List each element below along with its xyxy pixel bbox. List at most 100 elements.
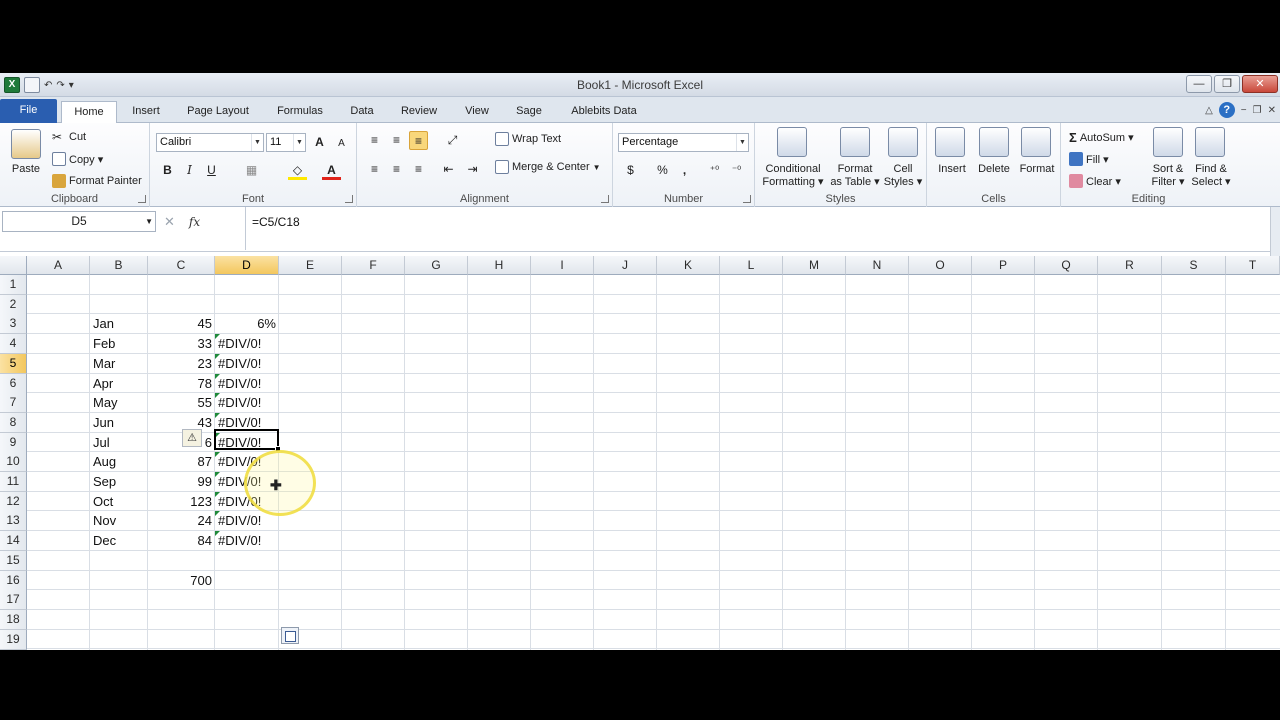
- cell-b4[interactable]: Feb: [90, 334, 148, 354]
- worksheet-grid[interactable]: A B C D E F G H I J K L M N O P Q R S T 1 2 3 4 5 6 7 8 9 10 11 12 13 14 1…: [0, 256, 1280, 650]
- column-header-b[interactable]: B: [90, 256, 148, 275]
- format-as-table-button[interactable]: Format as Table ▾: [827, 163, 883, 189]
- row-header-5[interactable]: 5: [0, 353, 27, 374]
- column-header-r[interactable]: R: [1098, 256, 1162, 275]
- cell-d3[interactable]: 6%: [215, 314, 279, 334]
- workbook-minimize-icon[interactable]: −: [1241, 105, 1247, 116]
- font-name-combo[interactable]: Calibri ▼: [156, 133, 264, 152]
- italic-button[interactable]: I: [180, 161, 199, 180]
- cell-c14[interactable]: 84: [148, 531, 215, 551]
- select-all-corner[interactable]: [0, 256, 27, 275]
- align-left-button[interactable]: ≡: [365, 160, 384, 179]
- tab-data[interactable]: Data: [342, 101, 382, 123]
- cell-d14[interactable]: #DIV/0!: [215, 531, 279, 551]
- cell-styles-button[interactable]: Cell Styles ▾: [881, 163, 925, 189]
- align-center-button[interactable]: ≡: [387, 160, 406, 179]
- cell-b12[interactable]: Oct: [90, 492, 148, 512]
- column-header-m[interactable]: M: [783, 256, 846, 275]
- cell-c12[interactable]: 123: [148, 492, 215, 512]
- column-header-c[interactable]: C: [148, 256, 215, 275]
- find-select-icon[interactable]: [1195, 127, 1225, 157]
- decrease-decimal-button[interactable]: ⁻⁰: [727, 161, 746, 180]
- tab-page-layout[interactable]: Page Layout: [180, 101, 256, 123]
- cell-c6[interactable]: 78: [148, 374, 215, 394]
- wrap-text-button[interactable]: Wrap Text: [495, 132, 561, 146]
- fill-color-button[interactable]: ◇: [288, 161, 307, 180]
- close-button[interactable]: ✕: [1242, 75, 1278, 93]
- delete-cells-icon[interactable]: [979, 127, 1009, 157]
- tab-review[interactable]: Review: [394, 101, 444, 123]
- row-header-7[interactable]: 7: [0, 393, 27, 414]
- minimize-button[interactable]: —: [1186, 75, 1212, 93]
- row-header-8[interactable]: 8: [0, 412, 27, 433]
- column-header-f[interactable]: F: [342, 256, 405, 275]
- column-header-a[interactable]: A: [27, 256, 90, 275]
- tab-formulas[interactable]: Formulas: [270, 101, 330, 123]
- ribbon-toggle-icon[interactable]: △: [1205, 105, 1213, 116]
- cell-c11[interactable]: 99: [148, 472, 215, 492]
- cell-d7[interactable]: #DIV/0!: [215, 393, 279, 413]
- cell-b11[interactable]: Sep: [90, 472, 148, 492]
- find-select-button[interactable]: Find & Select ▾: [1188, 163, 1234, 189]
- row-header-19[interactable]: 19: [0, 629, 27, 650]
- column-header-n[interactable]: N: [846, 256, 909, 275]
- row-header-11[interactable]: 11: [0, 472, 27, 492]
- row-header-1[interactable]: 1: [0, 275, 27, 295]
- sort-filter-icon[interactable]: [1153, 127, 1183, 157]
- row-header-16[interactable]: 16: [0, 570, 27, 591]
- copy-button[interactable]: Copy ▾: [52, 152, 103, 166]
- cell-b3[interactable]: Jan: [90, 314, 148, 334]
- cell-d5[interactable]: #DIV/0!: [215, 354, 279, 374]
- cell-b5[interactable]: Mar: [90, 354, 148, 374]
- row-header-2[interactable]: 2: [0, 294, 27, 315]
- cell-c10[interactable]: 87: [148, 452, 215, 472]
- increase-decimal-button[interactable]: ⁺⁰: [705, 161, 724, 180]
- conditional-formatting-button[interactable]: Conditional Formatting ▾: [759, 163, 827, 189]
- conditional-formatting-icon[interactable]: [777, 127, 807, 157]
- column-header-p[interactable]: P: [972, 256, 1035, 275]
- insert-cells-icon[interactable]: [935, 127, 965, 157]
- row-header-4[interactable]: 4: [0, 334, 27, 355]
- paste-options-icon[interactable]: [281, 627, 299, 644]
- row-header-13[interactable]: 13: [0, 511, 27, 532]
- cell-b10[interactable]: Aug: [90, 452, 148, 472]
- cell-b8[interactable]: Jun: [90, 413, 148, 433]
- column-header-d[interactable]: D: [215, 256, 279, 275]
- cell-c3[interactable]: 45: [148, 314, 215, 334]
- column-header-e[interactable]: E: [279, 256, 342, 275]
- column-header-t[interactable]: T: [1226, 256, 1280, 275]
- comma-style-button[interactable]: ,: [675, 161, 694, 180]
- merge-center-button[interactable]: Merge & Center ▼: [495, 160, 601, 174]
- autosum-button[interactable]: Σ AutoSum ▾: [1069, 130, 1134, 145]
- tab-sage[interactable]: Sage: [509, 101, 549, 123]
- sort-filter-button[interactable]: Sort & Filter ▾: [1145, 163, 1191, 189]
- grow-font-button[interactable]: A: [310, 133, 329, 152]
- orientation-button[interactable]: ⤢: [443, 131, 462, 150]
- column-header-i[interactable]: I: [531, 256, 594, 275]
- cut-button[interactable]: ✂ Cut: [52, 130, 86, 144]
- insert-function-icon[interactable]: fx: [189, 215, 200, 229]
- column-header-l[interactable]: L: [720, 256, 783, 275]
- font-size-combo[interactable]: 11 ▼: [266, 133, 306, 152]
- formula-input[interactable]: =C5/C18: [245, 207, 1270, 250]
- cell-d4[interactable]: #DIV/0!: [215, 334, 279, 354]
- tab-file[interactable]: File: [0, 99, 57, 123]
- column-header-o[interactable]: O: [909, 256, 972, 275]
- workbook-close-icon[interactable]: ✕: [1268, 105, 1276, 116]
- cell-styles-icon[interactable]: [888, 127, 918, 157]
- cell-c16[interactable]: 700: [148, 571, 215, 591]
- paste-icon[interactable]: [11, 129, 41, 159]
- cell-c7[interactable]: 55: [148, 393, 215, 413]
- tab-home[interactable]: Home: [61, 101, 117, 123]
- name-box[interactable]: D5 ▼: [2, 211, 156, 232]
- cell-c5[interactable]: 23: [148, 354, 215, 374]
- decrease-indent-button[interactable]: ⇤: [439, 160, 458, 179]
- cell-b7[interactable]: May: [90, 393, 148, 413]
- increase-indent-button[interactable]: ⇥: [463, 160, 482, 179]
- cell-d6[interactable]: #DIV/0!: [215, 374, 279, 394]
- font-launcher-icon[interactable]: [345, 195, 353, 203]
- cancel-icon[interactable]: ✕: [164, 214, 175, 230]
- borders-button[interactable]: ▦: [242, 161, 261, 180]
- cell-b9[interactable]: Jul: [90, 433, 148, 453]
- number-format-combo[interactable]: Percentage ▼: [618, 133, 749, 152]
